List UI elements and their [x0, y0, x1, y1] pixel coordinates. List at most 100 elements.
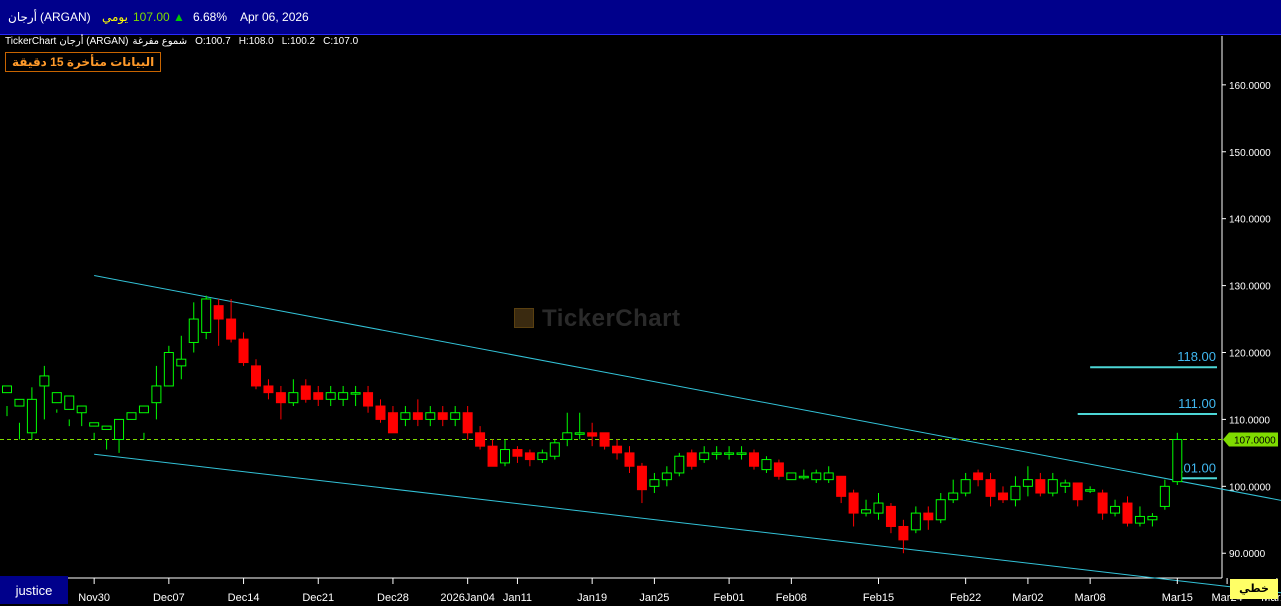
- y-tick-label: 90.0000: [1229, 549, 1266, 560]
- candle-body: [1047, 479, 1058, 494]
- candle-body: [612, 445, 623, 454]
- candle: [500, 439, 510, 467]
- target-label: 111.00: [1178, 396, 1216, 411]
- x-tick-label: Dec14: [228, 592, 260, 604]
- tickerchart-logo-icon: [514, 308, 534, 328]
- candle: [1072, 482, 1083, 507]
- last-price-label: 107.0000: [1234, 435, 1276, 446]
- candle-body: [798, 475, 809, 479]
- open-value: O:100.7: [195, 36, 231, 47]
- candle: [686, 449, 697, 470]
- candle: [437, 406, 448, 427]
- candle-body: [363, 392, 374, 407]
- candle: [786, 472, 797, 481]
- x-tick-label: Jan25: [639, 592, 669, 604]
- candle-body: [1097, 492, 1108, 514]
- candle-body: [861, 509, 872, 514]
- candle: [1097, 489, 1108, 520]
- candle: [76, 405, 87, 427]
- candle-body: [412, 412, 423, 420]
- candle-body: [910, 512, 921, 531]
- candle-body: [462, 412, 473, 434]
- candle-body: [1147, 515, 1158, 521]
- candle-body: [574, 432, 585, 435]
- candle: [910, 506, 921, 534]
- y-tick-label: 130.0000: [1229, 282, 1271, 293]
- candle-body: [39, 375, 50, 387]
- y-tick-label: 120.0000: [1229, 349, 1271, 360]
- x-tick-label: Dec28: [377, 592, 409, 604]
- candle: [562, 412, 573, 447]
- candle: [537, 449, 548, 463]
- candle: [512, 446, 523, 463]
- candle: [811, 469, 822, 483]
- candle-body: [636, 465, 647, 491]
- candle-body: [587, 432, 598, 437]
- candle-body: [300, 385, 311, 400]
- candle: [1060, 479, 1071, 494]
- candle: [2, 385, 12, 417]
- candle: [885, 503, 896, 534]
- candle: [51, 392, 62, 413]
- candle-body: [1134, 515, 1145, 524]
- drawing-mode-button[interactable]: خطي: [1230, 579, 1278, 599]
- candle-body: [973, 472, 984, 481]
- candle: [861, 499, 872, 517]
- candle: [612, 439, 623, 460]
- user-badge[interactable]: justice: [0, 576, 68, 604]
- candle-body: [450, 412, 461, 420]
- candle-body: [749, 452, 759, 467]
- candle-body: [500, 449, 510, 464]
- y-tick-label: 110.0000: [1229, 415, 1270, 426]
- x-tick-label: Feb15: [863, 592, 894, 604]
- candle: [14, 398, 25, 440]
- candle-body: [686, 452, 697, 467]
- candle-body: [599, 432, 610, 447]
- candle-body: [711, 452, 722, 455]
- candle: [350, 385, 361, 407]
- price-chart[interactable]: 107.0000 118.00111.00101.00 26.4027.06% …: [0, 0, 1281, 604]
- candle-body: [1035, 479, 1046, 494]
- candle-body: [263, 385, 274, 394]
- candle: [387, 406, 398, 434]
- candle-body: [475, 432, 486, 447]
- watermark-text: TickerChart: [542, 305, 681, 332]
- close-value: C:107.0: [323, 36, 359, 47]
- candle: [699, 446, 710, 463]
- candle-body: [14, 398, 25, 407]
- candle: [1047, 472, 1058, 497]
- candle-body: [724, 452, 735, 455]
- watermark: TickerChart: [514, 305, 680, 333]
- candle-body: [935, 499, 946, 521]
- y-tick-label: 140.0000: [1229, 215, 1271, 226]
- candle: [462, 406, 473, 440]
- candle-body: [387, 412, 398, 434]
- candle: [674, 452, 685, 477]
- x-tick-label: Feb08: [776, 592, 807, 604]
- candle-body: [549, 442, 560, 457]
- candle: [1010, 476, 1021, 507]
- candle: [836, 475, 847, 504]
- candle: [400, 406, 411, 427]
- candle: [26, 387, 37, 440]
- candle-body: [1010, 485, 1021, 501]
- candle-body: [537, 452, 548, 461]
- candle: [724, 446, 735, 460]
- high-value: H:108.0: [238, 36, 274, 47]
- candle-body: [761, 459, 772, 471]
- candle: [1035, 472, 1046, 497]
- x-tick-label: Dec21: [302, 592, 334, 604]
- candle-body: [873, 502, 884, 514]
- candle: [213, 298, 224, 346]
- candle: [923, 506, 934, 530]
- candle-body: [923, 512, 934, 521]
- x-tick-label: Feb01: [713, 592, 744, 604]
- candle: [450, 406, 461, 427]
- low-value: L:100.2: [281, 36, 316, 47]
- candle-body: [1022, 479, 1033, 487]
- candle-body: [400, 412, 411, 420]
- candle: [960, 472, 971, 497]
- candle: [325, 385, 336, 407]
- candle-body: [251, 365, 261, 387]
- candle-body: [350, 392, 361, 395]
